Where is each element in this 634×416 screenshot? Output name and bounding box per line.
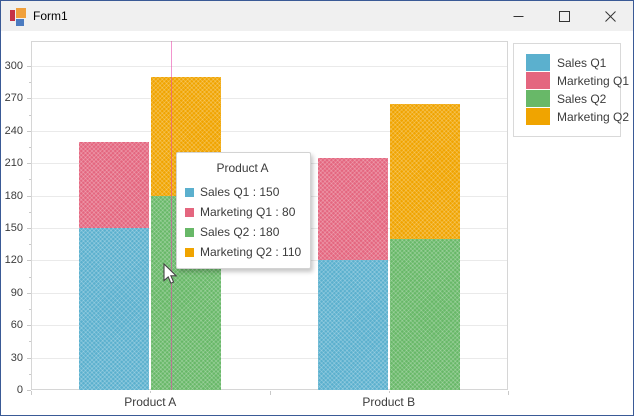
app-window: Form1 0 30 60 90 120 150 180 210 240 270… bbox=[0, 0, 634, 416]
y-axis-minor-tick bbox=[29, 82, 31, 84]
x-axis-major-tick bbox=[269, 391, 271, 395]
title-bar: Form1 bbox=[1, 1, 633, 31]
app-icon bbox=[10, 8, 26, 26]
y-axis-tick-label: 120 bbox=[4, 254, 23, 267]
window-title: Form1 bbox=[33, 9, 68, 23]
y-axis-tick-label: 30 bbox=[10, 351, 23, 364]
tooltip: Product A Sales Q1 : 150 Marketing Q1 : 8… bbox=[176, 152, 311, 269]
y-axis-major-tick bbox=[27, 228, 31, 229]
maximize-button[interactable] bbox=[541, 1, 587, 31]
y-axis-major-tick bbox=[27, 98, 31, 100]
y-axis-tick-label: 300 bbox=[4, 60, 23, 72]
bar-segment-sales-q1[interactable] bbox=[79, 228, 150, 390]
minimize-icon bbox=[513, 15, 523, 17]
legend-label: Marketing Q2 bbox=[557, 109, 630, 124]
bar-segment-marketing-q1[interactable] bbox=[79, 141, 150, 228]
y-axis-tick-label: 180 bbox=[4, 189, 23, 202]
y-axis-major-tick bbox=[27, 325, 31, 327]
legend-label: Sales Q1 bbox=[557, 55, 607, 70]
tooltip-swatch-icon bbox=[185, 187, 194, 197]
y-axis-tick-label: 90 bbox=[10, 286, 23, 299]
tooltip-value-text: Marketing Q1 : 80 bbox=[200, 205, 296, 219]
window-controls bbox=[495, 1, 633, 31]
x-axis-minor-tick bbox=[388, 391, 390, 393]
y-axis-minor-tick bbox=[29, 276, 31, 278]
legend-item-sales-q2: Sales Q2 bbox=[526, 90, 610, 107]
app-icon-orange-block bbox=[16, 8, 26, 18]
legend-swatch-icon bbox=[526, 108, 550, 125]
y-axis-major-tick bbox=[27, 195, 31, 197]
app-icon-blue-block bbox=[16, 19, 24, 26]
y-axis-minor-tick bbox=[29, 114, 31, 116]
tooltip-value-text: Sales Q2 : 180 bbox=[200, 225, 280, 239]
legend-label: Sales Q2 bbox=[557, 91, 607, 106]
x-axis-major-tick bbox=[31, 391, 32, 395]
tooltip-rows: Sales Q1 : 150 Marketing Q1 : 80 Sales Q2 … bbox=[185, 182, 302, 262]
legend-swatch-icon bbox=[526, 90, 550, 107]
tooltip-row-marketing-q1: Marketing Q1 : 80 bbox=[185, 202, 300, 222]
y-axis-tick-label: 0 bbox=[16, 384, 23, 396]
close-icon bbox=[604, 10, 616, 22]
y-axis-major-tick bbox=[27, 163, 31, 165]
legend-swatch-icon bbox=[526, 54, 550, 71]
chart-control: 0 30 60 90 120 150 180 210 240 270 300 Product A Pro… bbox=[1, 31, 633, 415]
legend-item-marketing-q1: Marketing Q1 bbox=[526, 72, 629, 89]
y-axis-minor-tick bbox=[29, 373, 31, 375]
maximize-icon bbox=[558, 10, 570, 22]
bar-segment-sales-q2[interactable] bbox=[389, 238, 460, 390]
bar-segment-marketing-q2[interactable] bbox=[389, 103, 460, 239]
y-axis-minor-tick bbox=[29, 211, 31, 213]
y-gridline bbox=[32, 98, 507, 100]
y-gridline bbox=[32, 66, 507, 67]
y-axis-minor-tick bbox=[29, 341, 31, 343]
y-axis-tick-label: 210 bbox=[4, 157, 23, 170]
app-icon-red-block bbox=[10, 10, 15, 21]
y-axis-minor-tick bbox=[29, 309, 31, 310]
legend-item-marketing-q2: Marketing Q2 bbox=[526, 108, 629, 125]
y-axis-major-tick bbox=[27, 292, 31, 294]
y-axis-tick-label: 150 bbox=[4, 222, 23, 234]
y-axis-tick-label: 240 bbox=[4, 124, 23, 137]
tooltip-value-text: Marketing Q2 : 110 bbox=[200, 245, 302, 259]
bar-segment-marketing-q1[interactable] bbox=[317, 157, 388, 261]
x-axis-category-label: Product B bbox=[362, 395, 416, 409]
y-axis-tick-label: 270 bbox=[4, 92, 23, 105]
tooltip-value-text: Sales Q1 : 150 bbox=[200, 185, 280, 199]
crosshair-line bbox=[171, 41, 172, 390]
tooltip-swatch-icon bbox=[185, 207, 194, 217]
legend-item-sales-q1: Sales Q1 bbox=[526, 54, 610, 71]
close-button[interactable] bbox=[587, 1, 633, 31]
x-axis-category-label: Product A bbox=[124, 395, 177, 409]
tooltip-row-marketing-q2: Marketing Q2 : 110 bbox=[185, 242, 302, 262]
x-axis-major-tick bbox=[508, 391, 509, 395]
tooltip-row-sales-q2: Sales Q2 : 180 bbox=[185, 222, 300, 242]
x-axis-minor-tick bbox=[150, 391, 152, 393]
legend: Sales Q1 Marketing Q1 Sales Q2 Marketing Q2 bbox=[513, 43, 629, 137]
tooltip-row-sales-q1: Sales Q1 : 150 bbox=[185, 182, 300, 202]
y-axis-minor-tick bbox=[29, 244, 31, 246]
tooltip-swatch-icon bbox=[185, 227, 194, 237]
y-axis-major-tick bbox=[27, 260, 31, 262]
legend-swatch-icon bbox=[526, 72, 550, 89]
tooltip-swatch-icon bbox=[185, 247, 194, 257]
y-axis-major-tick bbox=[27, 357, 31, 359]
y-axis-minor-tick bbox=[29, 147, 31, 148]
y-axis-minor-tick bbox=[29, 179, 31, 181]
minimize-button[interactable] bbox=[495, 1, 541, 31]
legend-label: Marketing Q1 bbox=[557, 73, 630, 88]
bar-segment-sales-q1[interactable] bbox=[317, 260, 388, 390]
y-axis-tick-label: 60 bbox=[10, 319, 23, 332]
mouse-cursor-icon bbox=[163, 263, 178, 284]
tooltip-title: Product A bbox=[216, 161, 269, 175]
y-axis-major-tick bbox=[27, 66, 31, 67]
y-axis-major-tick bbox=[27, 130, 31, 132]
